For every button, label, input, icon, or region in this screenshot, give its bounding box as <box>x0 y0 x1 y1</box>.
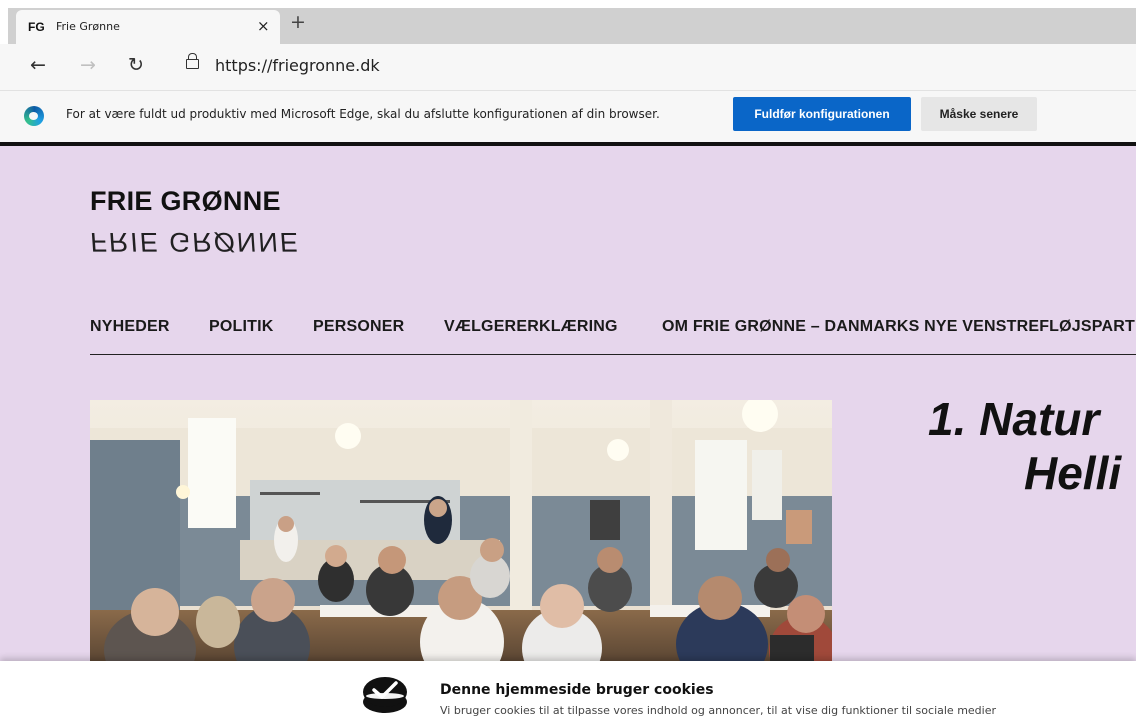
web-page: FRIE GRØNNE FRIE GRØNNE NYHEDER POLITIK … <box>0 146 1136 719</box>
nav-item-nyheder[interactable]: NYHEDER <box>90 318 170 336</box>
nav-item-politik[interactable]: POLITIK <box>209 318 274 336</box>
reload-icon[interactable]: ↻ <box>128 53 144 77</box>
lock-icon <box>186 53 199 69</box>
close-tab-icon[interactable]: × <box>257 17 270 35</box>
cookie-banner-title: Denne hjemmeside bruger cookies <box>440 682 714 698</box>
nav-item-om-frie-gronne[interactable]: OM FRIE GRØNNE – DANMARKS NYE VENSTREFLØ… <box>662 318 1136 336</box>
cookie-banner-text: Vi bruger cookies til at tilpasse vores … <box>440 704 996 717</box>
tab-title: Frie Grønne <box>56 20 120 33</box>
new-tab-icon[interactable]: + <box>290 12 306 32</box>
hero-photo[interactable] <box>90 400 832 680</box>
infobar-message: For at være fuldt ud produktiv med Micro… <box>66 107 660 121</box>
nav-item-vaelgererklaering[interactable]: VÆLGERERKLÆRING <box>444 318 618 336</box>
setup-infobar: For at være fuldt ud produktiv med Micro… <box>0 90 1136 143</box>
cookie-consent-icon <box>363 677 407 713</box>
hero-heading[interactable]: 1. Natur Helli <box>928 392 1121 500</box>
address-toolbar: ← → ↻ https://friegronne.dk <box>0 44 1136 90</box>
browser-tab[interactable]: FG Frie Grønne × <box>16 10 280 44</box>
back-arrow-icon[interactable]: ← <box>30 53 46 77</box>
finish-setup-button[interactable]: Fuldfør konfigurationen <box>733 97 911 131</box>
address-field[interactable]: https://friegronne.dk <box>215 56 380 75</box>
cookie-banner: Denne hjemmeside bruger cookies Vi bruge… <box>0 661 1136 719</box>
hero-heading-line1: 1. Natur <box>928 393 1100 445</box>
maybe-later-button[interactable]: Måske senere <box>921 97 1037 131</box>
site-logo-mirror: FRIE GRØNNE <box>89 227 301 258</box>
edge-logo-icon <box>24 106 44 126</box>
nav-item-personer[interactable]: PERSONER <box>313 318 404 336</box>
tab-strip: FG Frie Grønne × + <box>0 0 1136 44</box>
site-logo[interactable]: FRIE GRØNNE <box>90 186 281 217</box>
main-navigation: NYHEDER POLITIK PERSONER VÆLGERERKLÆRING… <box>90 310 1136 355</box>
forward-arrow-icon[interactable]: → <box>80 53 96 77</box>
hero-heading-line2: Helli <box>1024 447 1122 499</box>
tab-favicon: FG <box>28 20 45 34</box>
